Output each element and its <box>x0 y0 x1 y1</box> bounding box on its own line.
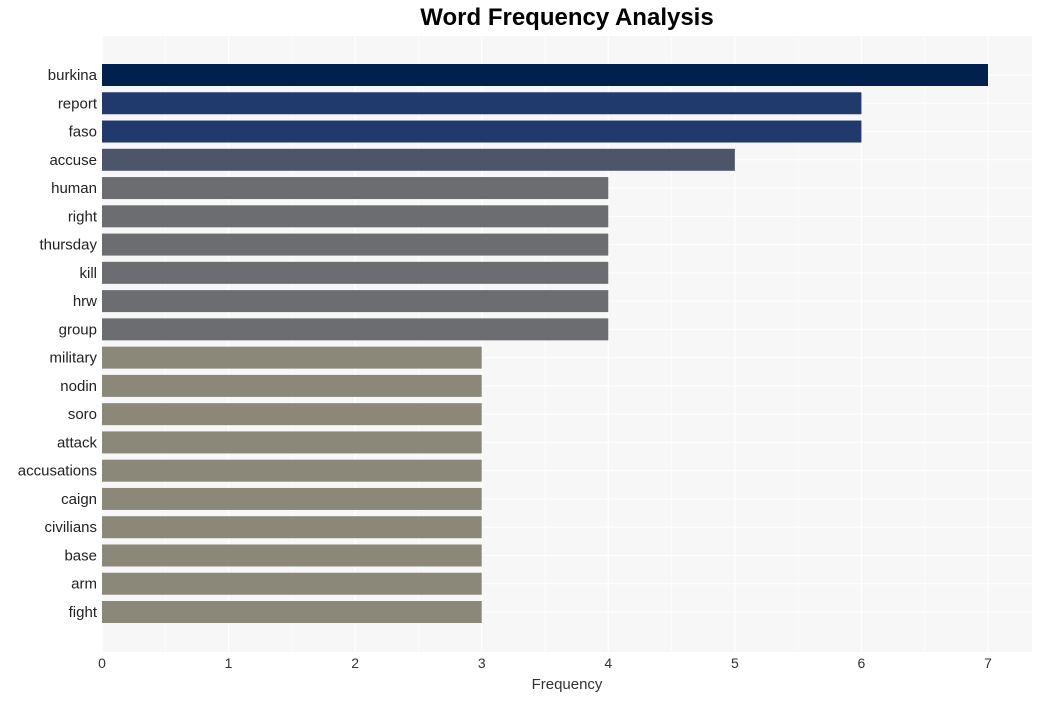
bar-kill <box>102 261 609 284</box>
category-label: military <box>50 350 98 367</box>
category-label: fight <box>69 604 98 621</box>
bar-caign <box>102 487 482 510</box>
category-label: right <box>68 208 98 225</box>
category-label: human <box>51 180 97 197</box>
bar-group <box>102 318 609 341</box>
x-tick-label: 2 <box>351 655 359 671</box>
bar-fight <box>102 601 482 623</box>
category-label: thursday <box>39 237 97 254</box>
category-label: hrw <box>73 293 97 310</box>
bar-hrw <box>102 290 609 313</box>
x-tick-label: 4 <box>604 655 612 671</box>
category-label: group <box>59 321 97 338</box>
category-label: kill <box>80 265 98 282</box>
x-tick-label: 1 <box>225 655 233 671</box>
category-label: accuse <box>49 152 97 169</box>
category-label: caign <box>61 491 97 508</box>
x-tick-labels: 0 1 2 3 4 5 6 7 <box>98 655 992 671</box>
bar-civilians <box>102 516 482 539</box>
category-label: report <box>58 95 98 112</box>
category-labels: burkina report faso accuse human right thursda… <box>18 67 98 621</box>
category-label: faso <box>69 124 97 141</box>
bar-attack <box>102 431 482 454</box>
category-label: nodin <box>60 378 97 395</box>
category-label: base <box>64 547 97 564</box>
bar-arm <box>102 572 482 595</box>
category-label: soro <box>68 406 97 423</box>
category-label: burkina <box>48 67 98 84</box>
category-label: arm <box>71 576 97 593</box>
bar-accusations <box>102 459 482 482</box>
category-label: attack <box>57 434 98 451</box>
bar-burkina <box>102 64 988 86</box>
category-label: accusations <box>18 463 97 480</box>
bar-accuse <box>102 148 735 171</box>
bar-human <box>102 177 609 200</box>
bar-report <box>102 92 862 115</box>
bar-soro <box>102 403 482 426</box>
bar-faso <box>102 120 862 143</box>
category-label: civilians <box>44 519 97 536</box>
x-tick-label: 6 <box>858 655 866 671</box>
x-tick-label: 0 <box>98 655 106 671</box>
x-axis-title: Frequency <box>532 676 603 693</box>
bar-base <box>102 544 482 567</box>
x-tick-label: 3 <box>478 655 486 671</box>
bar-military <box>102 346 482 369</box>
bar-chart: burkina report faso accuse human right thursda… <box>18 36 1032 693</box>
x-tick-label: 5 <box>731 655 739 671</box>
x-tick-label: 7 <box>984 655 992 671</box>
bar-right <box>102 205 609 228</box>
bar-nodin <box>102 374 482 397</box>
bar-thursday <box>102 233 609 256</box>
